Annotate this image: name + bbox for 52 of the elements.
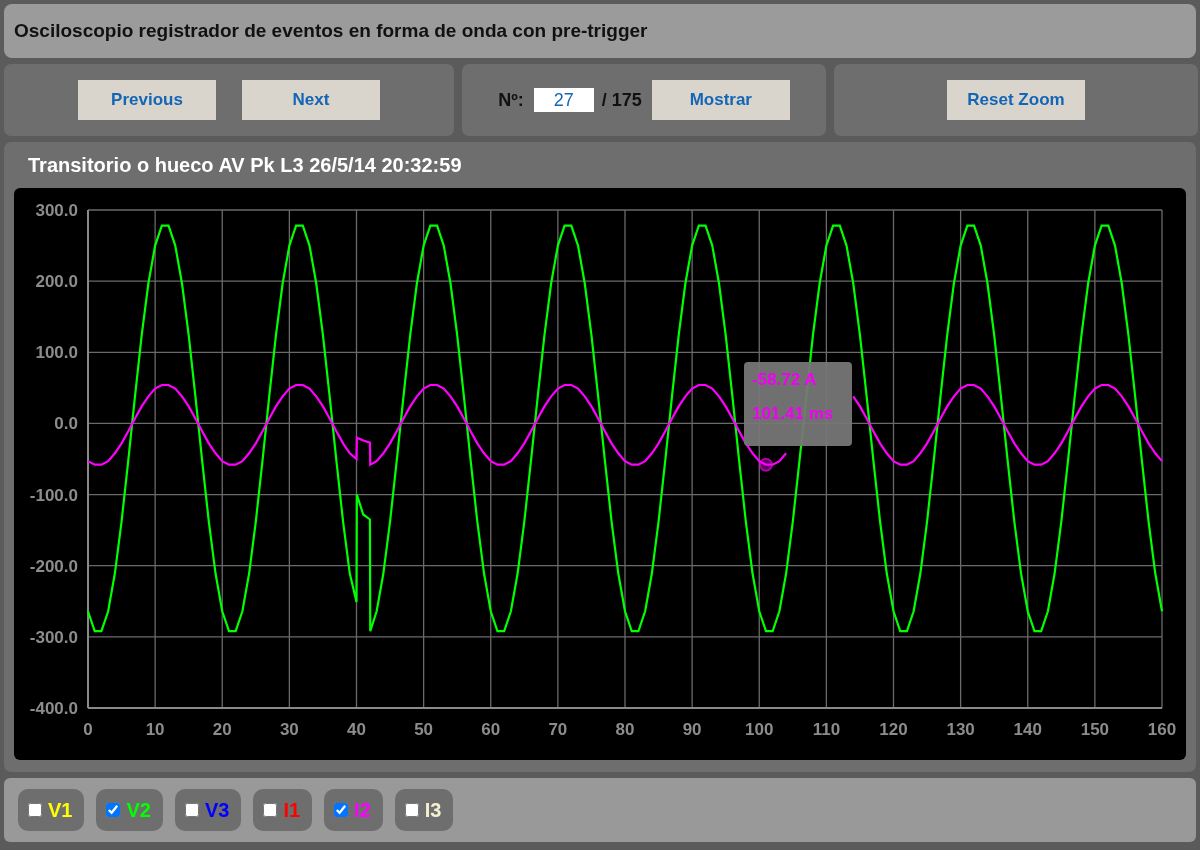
previous-button[interactable]: Previous	[78, 80, 216, 120]
y-axis-label: 300.0	[35, 201, 78, 220]
x-axis-label: 150	[1080, 720, 1110, 739]
channel-label: I1	[283, 798, 301, 822]
x-axis-label: 50	[414, 720, 434, 739]
channel-checkbox[interactable]	[184, 803, 199, 817]
y-axis-label: 100.0	[35, 343, 78, 363]
x-axis-label: 160	[1147, 720, 1177, 739]
y-axis-label: 0.0	[54, 414, 78, 434]
x-axis-label: 80	[615, 720, 635, 739]
x-axis-label: 100	[745, 720, 774, 739]
y-axis-label: -400.0	[29, 699, 78, 718]
channel-label: V2	[126, 798, 151, 822]
x-axis-label: 130	[946, 720, 975, 739]
channel-checkbox[interactable]	[334, 803, 349, 817]
next-button[interactable]: Next	[242, 80, 380, 120]
event-heading: Transitorio o hueco AV Pk L3 26/5/14 20:32:59	[27, 154, 463, 178]
channel-checkbox[interactable]	[106, 803, 121, 817]
x-axis-label: 60	[481, 720, 501, 739]
channel-label: I2	[354, 798, 371, 822]
channel-chip[interactable]: V1	[18, 789, 85, 831]
channel-chip[interactable]: V2	[96, 789, 163, 831]
channel-checkbox[interactable]	[263, 803, 278, 817]
x-axis-label: 70	[548, 720, 568, 739]
reset-zoom-button[interactable]: Reset Zoom	[947, 80, 1085, 120]
channel-checkbox[interactable]	[404, 803, 419, 817]
channel-checkbox[interactable]	[28, 803, 42, 817]
y-axis-label: -100.0	[29, 485, 78, 505]
x-axis-label: 120	[879, 720, 908, 739]
x-axis-label: 0	[83, 720, 93, 739]
show-button[interactable]: Mostrar	[651, 80, 790, 120]
x-axis-label: 140	[1013, 720, 1042, 739]
tooltip-text: -58.72 A	[751, 369, 818, 390]
tooltip-text: 101.41 ms	[751, 403, 835, 424]
x-axis-label: 20	[212, 720, 232, 739]
number-label: Nº:	[498, 89, 524, 111]
number-field[interactable]: 27	[533, 88, 594, 112]
channel-label: V3	[204, 798, 230, 822]
x-axis-label: 10	[145, 720, 165, 739]
channel-chip[interactable]: I3	[394, 789, 454, 831]
x-axis-label: 110	[812, 720, 841, 739]
channel-label: I3	[424, 798, 442, 822]
y-axis-label: -200.0	[29, 556, 78, 576]
x-axis-label: 30	[279, 720, 299, 739]
channel-label: V1	[48, 798, 73, 822]
hover-marker	[758, 457, 773, 472]
y-axis-label: -300.0	[29, 627, 78, 647]
page-title: Osciloscopio registrador de eventos en forma de onda con pre-trigger	[14, 20, 648, 42]
x-axis-label: 90	[682, 720, 702, 739]
total-count: / 175	[601, 89, 642, 111]
x-axis-label: 40	[347, 720, 366, 739]
y-axis-label: 200.0	[35, 272, 78, 292]
